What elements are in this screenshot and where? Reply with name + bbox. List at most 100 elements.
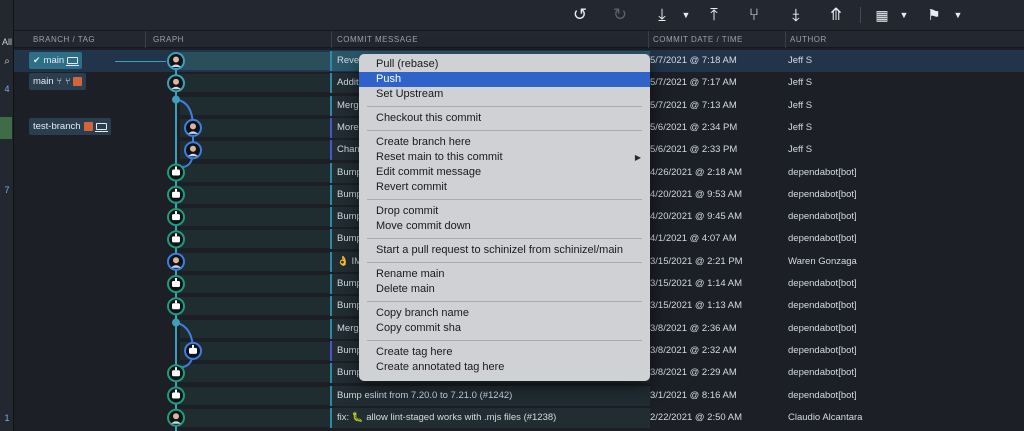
commit-date: 5/7/2021 @ 7:13 AM (650, 99, 737, 111)
menu-item-delete-main[interactable]: Delete main (359, 282, 650, 297)
pull-icon[interactable]: ⤓ (648, 0, 676, 30)
rail-badge: 4 (4, 84, 10, 94)
gitkraken-window: All ⌕ 4 7 1 ↺ ↻ ⤓ ▼ ⤒ ⑂ ⤈ ⤊ ▦ ▼ ⚑ ▼ BRAN… (0, 0, 1024, 431)
menu-item-label: Delete main (376, 283, 435, 295)
commit-message: fix: 🐛 allow lint-staged works with .mjs… (337, 411, 557, 423)
menu-item-pull-rebase[interactable]: Pull (rebase) (359, 57, 650, 72)
undo-icon[interactable]: ↺ (566, 0, 594, 30)
column-divider[interactable] (145, 31, 146, 48)
menu-separator (367, 301, 642, 302)
menu-item-set-upstream[interactable]: Set Upstream (359, 87, 650, 102)
menu-item-start-a-pull-request-to-schinizel-from-schinizel-main[interactable]: Start a pull request to schinizel from s… (359, 243, 650, 258)
branch-color-bar (330, 340, 332, 361)
graph-row-trail (180, 141, 330, 160)
column-commit-message[interactable]: COMMIT MESSAGE (332, 31, 648, 48)
commit-author: Jeff S (788, 121, 813, 133)
menu-item-revert-commit[interactable]: Revert commit (359, 180, 650, 195)
context-menu: Pull (rebase) Push Set Upstream Checkout th… (359, 54, 650, 381)
commit-date: 3/15/2021 @ 1:13 AM (650, 300, 743, 312)
menu-item-copy-commit-sha[interactable]: Copy commit sha (359, 321, 650, 336)
menu-item-checkout-this-commit[interactable]: Checkout this commit (359, 111, 650, 126)
pop-stash-icon[interactable]: ⤊ (822, 0, 850, 30)
flag-icon[interactable]: ⚑ (920, 0, 948, 30)
branch-icon[interactable]: ⑂ (740, 0, 768, 30)
commit-author: dependabot[bot] (788, 278, 857, 289)
branch-color-bar (330, 385, 332, 406)
commit-author: Claudio Alcantara (788, 411, 863, 423)
branch-color-bar (330, 274, 332, 294)
graph-row-trail (180, 208, 330, 227)
commit-author: Waren Gonzaga (788, 255, 857, 267)
menu-item-push[interactable]: Push (359, 72, 650, 87)
redo-icon[interactable]: ↻ (606, 0, 634, 30)
stash-icon[interactable]: ⤈ (782, 0, 810, 30)
menu-item-label: Reset main to this commit (376, 151, 503, 163)
column-author[interactable]: AUTHOR (785, 31, 985, 48)
graph-row-trail (180, 408, 330, 427)
graph-row-trail (180, 74, 330, 93)
graph-row-trail (180, 386, 330, 405)
pull-options-caret[interactable]: ▼ (680, 0, 692, 30)
graph-row-trail (180, 96, 330, 115)
menu-item-label: Create branch here (376, 136, 471, 148)
commit-author: dependabot[bot] (788, 367, 857, 379)
menu-item-move-commit-down[interactable]: Move commit down (359, 219, 650, 234)
search-icon[interactable]: ⌕ (0, 56, 14, 67)
menu-item-drop-commit[interactable]: Drop commit (359, 204, 650, 219)
commit-author: dependabot[bot] (788, 322, 857, 334)
graph-row-trail (180, 118, 330, 137)
menu-separator (367, 199, 642, 200)
menu-item-rename-main[interactable]: Rename main (359, 267, 650, 282)
menu-item-label: Pull (rebase) (376, 58, 439, 70)
check-icon: ✔ (33, 55, 41, 65)
graph-row-trail (180, 185, 330, 204)
commit-author: Jeff S (788, 77, 813, 89)
menu-item-copy-branch-name[interactable]: Copy branch name (359, 306, 650, 321)
menu-item-reset-main-to-this-commit[interactable]: Reset main to this commit ▶ (359, 150, 650, 165)
graph-row-trail (180, 319, 330, 338)
branch-label-main-checked-out[interactable]: ✔ main (29, 52, 83, 69)
column-graph[interactable]: GRAPH (148, 31, 328, 48)
branch-label-main-remote[interactable]: main ⑂ ⑂ (29, 73, 87, 90)
layout-icon[interactable]: ▦ (868, 0, 896, 30)
branch-color-bar (330, 162, 332, 183)
commit-date: 2/22/2021 @ 2:50 AM (650, 411, 743, 423)
flag-options-caret[interactable]: ▼ (952, 0, 964, 30)
commit-row[interactable]: Bump eslint from 7.20.0 to 7.21.0 (#1242… (14, 385, 1024, 407)
toolbar: ↺ ↻ ⤓ ▼ ⤒ ⑂ ⤈ ⤊ ▦ ▼ ⚑ ▼ (14, 0, 1024, 30)
menu-item-create-branch-here[interactable]: Create branch here (359, 135, 650, 150)
menu-separator (367, 340, 642, 341)
menu-item-create-tag-here[interactable]: Create tag here (359, 345, 650, 360)
branch-color-bar (330, 117, 332, 138)
menu-item-create-annotated-tag-here[interactable]: Create annotated tag here (359, 360, 650, 375)
menu-item-label: Start a pull request to schinizel from s… (376, 244, 623, 256)
branch-color-bar (330, 73, 332, 94)
column-branch-tag[interactable]: BRANCH / TAG (28, 31, 148, 48)
menu-item-label: Copy branch name (376, 307, 469, 319)
push-icon[interactable]: ⤒ (700, 0, 728, 30)
left-rail: All ⌕ 4 7 1 (0, 0, 14, 431)
layout-options-caret[interactable]: ▼ (898, 0, 910, 30)
graph-row-trail (180, 364, 330, 383)
branch-color-bar (330, 318, 332, 339)
commit-author: dependabot[bot] (788, 344, 857, 356)
menu-item-label: Create annotated tag here (376, 361, 505, 373)
branch-color-bar (330, 363, 332, 384)
menu-item-edit-commit-message[interactable]: Edit commit message (359, 165, 650, 180)
branch-label-test-branch[interactable]: test-branch (29, 118, 111, 135)
menu-separator (367, 106, 642, 107)
branch-connector (115, 61, 166, 62)
rail-all-label[interactable]: All (0, 37, 14, 47)
branch-color-bar (330, 207, 332, 228)
branch-color-bar (330, 140, 332, 161)
branch-color-bar (330, 95, 332, 116)
branch-name: main (33, 76, 54, 87)
commit-date: 4/20/2021 @ 9:53 AM (650, 188, 743, 200)
commit-row[interactable]: fix: 🐛 allow lint-staged works with .mjs… (14, 407, 1024, 429)
column-commit-date[interactable]: COMMIT DATE / TIME (648, 31, 784, 48)
menu-separator (367, 238, 642, 239)
commit-author: dependabot[bot] (788, 211, 857, 223)
rail-active-section[interactable] (0, 117, 12, 139)
commit-date: 3/8/2021 @ 2:36 AM (650, 322, 737, 334)
laptop-icon (94, 123, 108, 132)
